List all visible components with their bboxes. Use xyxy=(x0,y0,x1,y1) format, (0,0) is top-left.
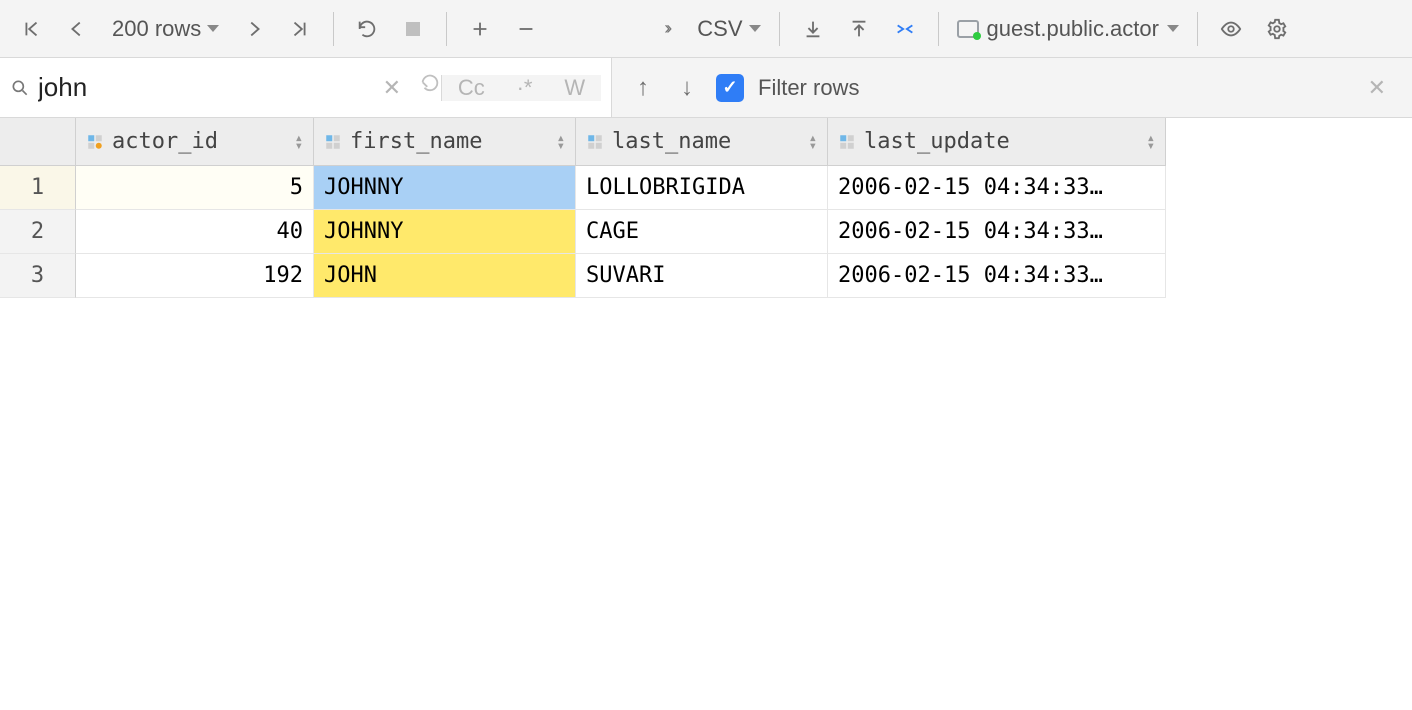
next-page-button[interactable] xyxy=(233,8,275,50)
settings-button[interactable] xyxy=(1256,8,1298,50)
row-count-dropdown[interactable]: 200 rows xyxy=(102,16,229,42)
clear-search-button[interactable]: ✕ xyxy=(383,75,401,101)
prev-match-button[interactable]: ↑ xyxy=(628,74,658,102)
view-button[interactable] xyxy=(1210,8,1252,50)
column-icon xyxy=(838,133,856,151)
stop-icon xyxy=(406,22,420,36)
whole-word-toggle[interactable]: W xyxy=(558,75,591,101)
column-header-actor-id[interactable]: actor_id ▴▾ xyxy=(76,118,314,166)
next-match-button[interactable]: ↓ xyxy=(672,74,702,102)
chevron-down-icon xyxy=(1167,25,1179,32)
datasource-breadcrumb[interactable]: guest.public.actor xyxy=(951,16,1185,42)
match-case-toggle[interactable]: Cc xyxy=(452,75,491,101)
row-count-label: 200 rows xyxy=(112,16,201,42)
cell-first-name[interactable]: JOHNNY xyxy=(314,210,576,254)
column-icon xyxy=(324,133,342,151)
column-name: last_update xyxy=(864,129,1010,154)
chevron-down-icon xyxy=(749,25,761,32)
search-input[interactable] xyxy=(38,72,338,103)
cell-actor-id[interactable]: 5 xyxy=(76,166,314,210)
cell-last-update[interactable]: 2006-02-15 04:34:33… xyxy=(828,254,1166,298)
filter-panel: ↑ ↓ ✓ Filter rows ✕ xyxy=(612,58,1412,117)
primary-key-column-icon xyxy=(86,133,104,151)
column-header-first-name[interactable]: first_name ▴▾ xyxy=(314,118,576,166)
export-format-label: CSV xyxy=(697,16,742,42)
cell-last-name[interactable]: LOLLOBRIGIDA xyxy=(576,166,828,210)
compare-button[interactable] xyxy=(884,8,926,50)
export-format-dropdown[interactable]: CSV xyxy=(691,16,766,42)
row-number[interactable]: 2 xyxy=(0,210,76,254)
sort-icon[interactable]: ▴▾ xyxy=(1147,134,1155,150)
cell-actor-id[interactable]: 40 xyxy=(76,210,314,254)
cell-last-update[interactable]: 2006-02-15 04:34:33… xyxy=(828,210,1166,254)
prev-page-button[interactable] xyxy=(56,8,98,50)
cell-last-update[interactable]: 2006-02-15 04:34:33… xyxy=(828,166,1166,210)
main-toolbar: 200 rows ›› CSV guest.public. xyxy=(0,0,1412,58)
cell-first-name[interactable]: JOHN xyxy=(314,254,576,298)
sort-icon[interactable]: ▴▾ xyxy=(809,134,817,150)
row-number[interactable]: 3 xyxy=(0,254,76,298)
search-options: Cc ·* W xyxy=(441,75,601,101)
cell-last-name[interactable]: CAGE xyxy=(576,210,828,254)
column-header-last-update[interactable]: last_update ▴▾ xyxy=(828,118,1166,166)
export-button[interactable] xyxy=(838,8,880,50)
last-page-button[interactable] xyxy=(279,8,321,50)
column-name: last_name xyxy=(612,129,731,154)
breadcrumb-label: guest.public.actor xyxy=(987,16,1159,42)
filter-rows-label: Filter rows xyxy=(758,75,859,101)
reload-button[interactable] xyxy=(346,8,388,50)
stop-button[interactable] xyxy=(392,8,434,50)
import-button[interactable] xyxy=(792,8,834,50)
cell-first-name[interactable]: JOHNNY xyxy=(314,166,576,210)
add-row-button[interactable] xyxy=(459,8,501,50)
column-name: actor_id xyxy=(112,129,218,154)
column-name: first_name xyxy=(350,129,482,154)
column-header-last-name[interactable]: last_name ▴▾ xyxy=(576,118,828,166)
sort-icon[interactable]: ▴▾ xyxy=(557,134,565,150)
cell-last-name[interactable]: SUVARI xyxy=(576,254,828,298)
data-grid: actor_id ▴▾ first_name ▴▾ last_name ▴▾ l… xyxy=(0,118,1412,298)
regex-toggle[interactable]: ·* xyxy=(511,75,539,101)
chevron-down-icon xyxy=(207,25,219,32)
cell-actor-id[interactable]: 192 xyxy=(76,254,314,298)
database-icon xyxy=(957,20,979,38)
remove-row-button[interactable] xyxy=(505,8,547,50)
search-filter-bar: ✕ Cc ·* W ↑ ↓ ✓ Filter rows ✕ xyxy=(0,58,1412,118)
search-history-button[interactable] xyxy=(419,74,441,102)
search-panel: ✕ Cc ·* W xyxy=(0,58,612,117)
double-chevron-icon: ›› xyxy=(664,18,668,39)
row-number[interactable]: 1 xyxy=(0,166,76,210)
more-actions-button[interactable]: ›› xyxy=(645,8,687,50)
sort-icon[interactable]: ▴▾ xyxy=(295,134,303,150)
search-icon[interactable] xyxy=(10,78,30,98)
row-number-header[interactable] xyxy=(0,118,76,166)
filter-rows-checkbox[interactable]: ✓ xyxy=(716,74,744,102)
first-page-button[interactable] xyxy=(10,8,52,50)
column-icon xyxy=(586,133,604,151)
close-search-button[interactable]: ✕ xyxy=(1368,75,1396,101)
